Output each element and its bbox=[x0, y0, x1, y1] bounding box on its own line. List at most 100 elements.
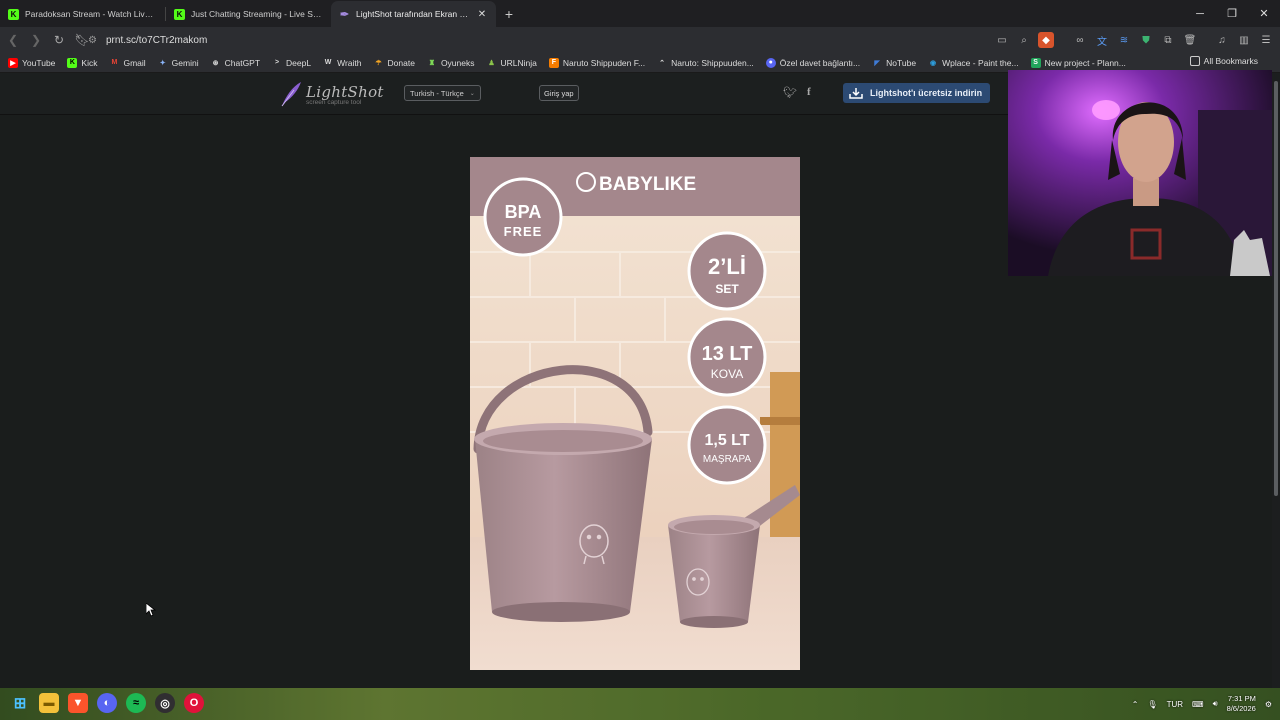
file-explorer-icon[interactable]: ▬ bbox=[39, 693, 59, 713]
extension-audio-icon[interactable]: ≋ bbox=[1116, 32, 1132, 48]
trash-icon[interactable]: 🗑︎ bbox=[1182, 32, 1198, 48]
minimize-icon[interactable]: ─ bbox=[1184, 0, 1216, 27]
kick-icon: K bbox=[67, 57, 78, 68]
brand-name: BABYLIKE bbox=[599, 174, 696, 195]
svg-text:2’Lİ: 2’Lİ bbox=[708, 254, 746, 279]
windows-start-icon[interactable]: ⊞ bbox=[10, 693, 30, 713]
translate-icon[interactable]: 文 bbox=[1094, 32, 1110, 48]
bookmark-donate[interactable]: ☂ Donate bbox=[374, 58, 415, 68]
back-icon[interactable]: ❮ bbox=[3, 30, 23, 50]
youtube-icon: ▶ bbox=[8, 57, 18, 68]
kick-icon: K bbox=[174, 8, 185, 20]
system-clock[interactable]: 7:31 PM 8/6/2026 bbox=[1227, 694, 1256, 714]
opera-gx-icon[interactable]: O bbox=[184, 693, 204, 713]
wraith-icon: W bbox=[324, 59, 332, 66]
badge-bpa-free: BPA FREE bbox=[483, 177, 563, 257]
planner-icon: S bbox=[1030, 57, 1041, 68]
bookmark-urlninja[interactable]: ♟ URLNinja bbox=[486, 58, 537, 68]
deepl-icon: > bbox=[275, 59, 280, 66]
mouse-cursor-icon bbox=[146, 603, 156, 617]
microphone-icon[interactable]: 🎙︎ bbox=[1147, 700, 1157, 709]
discord-icon: ● bbox=[765, 57, 776, 68]
notification-icon[interactable]: ⚙ bbox=[1265, 700, 1272, 709]
badge-13lt-kova: 13 LT KOVA bbox=[687, 317, 767, 397]
url-text: prnt.sc/to7CTr2makom bbox=[106, 34, 208, 46]
bookmark-kick[interactable]: K Kick bbox=[67, 57, 97, 68]
bookmark-wraith[interactable]: W Wraith bbox=[323, 58, 362, 68]
scrollbar-thumb[interactable] bbox=[1274, 81, 1278, 496]
svg-text:FREE: FREE bbox=[504, 224, 543, 239]
bookmark-gmail[interactable]: M Gmail bbox=[109, 58, 146, 68]
tab-strip: K Paradoksan Stream - Watch Live on K K … bbox=[0, 0, 1280, 27]
language-select[interactable]: Turkish - Türkçe ⌄ bbox=[404, 85, 481, 101]
feather-icon bbox=[281, 82, 301, 107]
forward-icon[interactable]: ❯ bbox=[26, 30, 46, 50]
volume-icon[interactable]: 🔊︎ bbox=[1213, 699, 1218, 709]
chevron-down-icon: ⌄ bbox=[469, 90, 475, 97]
menu-icon[interactable]: ☰ bbox=[1258, 32, 1274, 48]
restore-icon[interactable]: ❐ bbox=[1216, 0, 1248, 27]
notube-icon: ◤ bbox=[874, 59, 880, 67]
windows-taskbar: ⊞ ▬ ▼ ◐ ≈ ◎ O ⌃ 🎙︎ TUR ⌨ 🔊︎ 7:31 PM 8/6/… bbox=[0, 688, 1280, 720]
window-close-icon[interactable]: ✕ bbox=[1248, 0, 1280, 27]
vpn-shield-icon[interactable]: ⛊ bbox=[1138, 32, 1154, 48]
network-icon[interactable]: ⌨ bbox=[1192, 700, 1204, 709]
bookmark-wplace[interactable]: ◉ Wplace - Paint the... bbox=[928, 58, 1019, 68]
badge-2li-set: 2’Lİ SET bbox=[687, 231, 767, 311]
all-bookmarks[interactable]: All Bookmarks bbox=[1189, 56, 1258, 66]
bookmark-discord-invite[interactable]: ● Özel davet bağlantı... bbox=[765, 57, 860, 68]
address-bar[interactable]: ⚙ prnt.sc/to7CTr2makom bbox=[88, 30, 1008, 50]
brave-browser-icon[interactable]: ▼ bbox=[68, 693, 88, 713]
tab-title: Paradoksan Stream - Watch Live on K bbox=[25, 9, 157, 19]
twitter-icon[interactable]: 🐦︎ bbox=[783, 86, 797, 99]
zoom-icon[interactable]: ⌕ bbox=[1016, 32, 1032, 48]
obs-icon[interactable]: ◎ bbox=[155, 693, 175, 713]
page-scrollbar[interactable] bbox=[1272, 73, 1280, 688]
lightshot-logo[interactable]: LightShot screen capture tool bbox=[280, 81, 384, 107]
media-icon[interactable]: ♫ bbox=[1214, 32, 1230, 48]
site-info-icon[interactable]: ⚙ bbox=[88, 35, 106, 46]
download-button[interactable]: Lightshot'ı ücretsiz indirin bbox=[843, 83, 990, 103]
cast-icon[interactable]: ▭ bbox=[994, 32, 1010, 48]
sidebar-icon[interactable]: ▥ bbox=[1236, 32, 1252, 48]
tray-overflow-icon[interactable]: ⌃ bbox=[1132, 700, 1139, 709]
download-icon bbox=[849, 88, 863, 99]
login-button[interactable]: Giriş yap bbox=[539, 85, 579, 101]
clock-time: 7:31 PM bbox=[1227, 694, 1256, 703]
screenshot-image[interactable]: BABYLIKE BPA FREE 2’Lİ SET 13 LT KOVA 1,… bbox=[470, 157, 800, 670]
gmail-icon: M bbox=[111, 59, 118, 66]
brave-shields-icon[interactable]: ◆ bbox=[1038, 32, 1054, 48]
tab-title: Just Chatting Streaming - Live Stream bbox=[191, 9, 323, 19]
svg-text:13 LT: 13 LT bbox=[702, 343, 753, 365]
tab-lightshot[interactable]: ✒ LightShot tarafından Ekran Görü ✕ bbox=[331, 1, 496, 27]
bookmark-naruto-1[interactable]: F Naruto Shippuden F... bbox=[548, 57, 645, 68]
bookmark-naruto-2[interactable]: ⌃ Naruto: Shippuuden... bbox=[657, 58, 754, 68]
download-label: Lightshot'ı ücretsiz indirin bbox=[870, 88, 983, 98]
svg-text:BPA: BPA bbox=[505, 202, 542, 222]
new-tab-button[interactable]: + bbox=[496, 1, 522, 27]
bookmark-youtube[interactable]: ▶ YouTube bbox=[8, 57, 55, 68]
close-tab-icon[interactable]: ✕ bbox=[476, 9, 488, 20]
wplace-icon: ◉ bbox=[930, 59, 937, 67]
tab-just-chatting[interactable]: K Just Chatting Streaming - Live Stream bbox=[166, 1, 331, 27]
tab-paradoksan[interactable]: K Paradoksan Stream - Watch Live on K bbox=[0, 1, 165, 27]
webcam-overlay bbox=[1008, 70, 1272, 276]
bookmark-notube[interactable]: ◤ NoTube bbox=[872, 58, 916, 68]
bookmark-chatgpt[interactable]: ⊛ ChatGPT bbox=[211, 58, 260, 68]
bookmark-gemini[interactable]: ✦ Gemini bbox=[158, 58, 199, 68]
facebook-icon[interactable]: f bbox=[807, 86, 811, 99]
bookmark-deepl[interactable]: > DeepL bbox=[272, 58, 311, 68]
browser-toolbar: ❮ ❯ ↻ 🔖︎ ⚙ prnt.sc/to7CTr2makom ▭ ⌕ ◆ ∞ … bbox=[0, 27, 1280, 53]
bookmark-planner[interactable]: S New project - Plann... bbox=[1030, 57, 1126, 68]
svg-text:MAŞRAPA: MAŞRAPA bbox=[703, 454, 751, 465]
extension-glasses-icon[interactable]: ∞ bbox=[1072, 32, 1088, 48]
kick-icon: K bbox=[8, 8, 19, 20]
reload-icon[interactable]: ↻ bbox=[49, 30, 69, 50]
clock-date: 8/6/2026 bbox=[1226, 704, 1256, 713]
input-language[interactable]: TUR bbox=[1167, 700, 1183, 709]
naruto-icon: F bbox=[548, 57, 559, 68]
bookmark-oyuneks[interactable]: ♜ Oyuneks bbox=[427, 58, 475, 68]
discord-icon[interactable]: ◐ bbox=[97, 693, 117, 713]
spotify-icon[interactable]: ≈ bbox=[126, 693, 146, 713]
extensions-icon[interactable]: ⧉ bbox=[1160, 32, 1176, 48]
